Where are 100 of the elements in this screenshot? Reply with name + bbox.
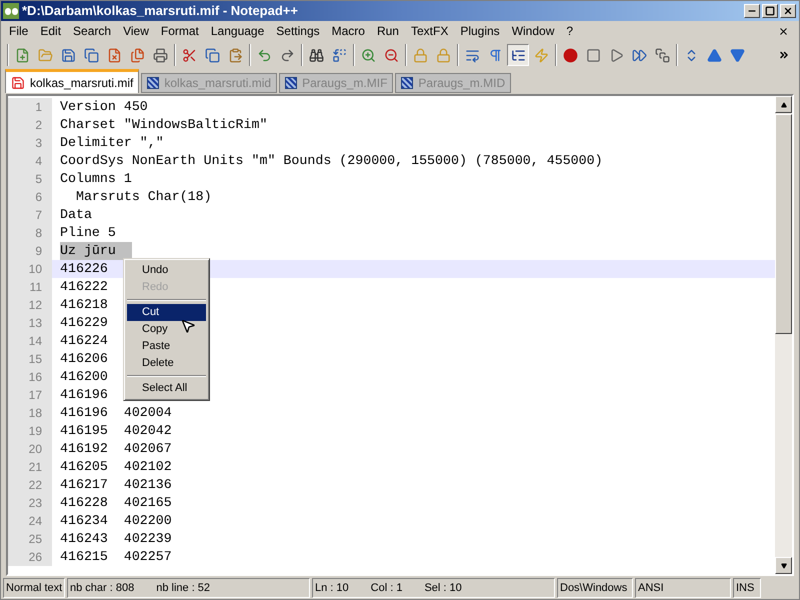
line-number: 13 [8,314,52,332]
folder-icon [38,48,52,62]
line-number: 24 [8,512,52,530]
menu-item[interactable]: Select All [127,380,206,397]
line-number: 17 [8,386,52,404]
code-line: Data [60,206,92,224]
file-tab[interactable]: kolkas_marsruti.mif [5,69,140,93]
app-logo-icon [3,3,19,19]
status-text: Normal text [6,580,62,596]
maximize-icon [765,6,775,16]
line-number: 15 [8,350,52,368]
line-number: 18 [8,404,52,422]
line-number: 23 [8,494,52,512]
line-number: 25 [8,530,52,548]
status-text: ANSI [638,580,664,596]
menu-item[interactable]: View [117,22,155,40]
menu-item[interactable]: Plugins [454,22,506,40]
code-line: Marsruts Char(18) [74,188,212,206]
lightning-icon [534,48,548,62]
code-line: 416215 402257 [60,548,172,566]
line-number: 14 [8,332,52,350]
close-document-icon[interactable] [778,26,789,36]
undo-icon [256,48,272,62]
record-icon [562,48,578,62]
lock-icon [412,48,428,62]
line-number: 26 [8,548,52,566]
scroll-down-icon[interactable] [780,562,786,568]
line-number: 10 [8,260,52,278]
code-line: 416196 [60,386,108,404]
line-number: 5 [8,170,52,188]
close-button[interactable] [780,4,796,18]
menu-item[interactable]: Run [370,22,405,40]
menu-item[interactable]: TextFX [404,22,454,40]
menu-item[interactable]: Macro [326,22,371,40]
close-file-icon [106,48,122,62]
line-number: 3 [8,134,52,152]
minimize-button[interactable] [744,4,760,18]
status-text: Ln : 10 [315,580,349,596]
save-icon [60,48,76,62]
code-line: 416234 402200 [60,512,172,530]
menu-item[interactable]: File [3,22,34,40]
indent-guide-icon [510,48,526,62]
code-line: 416226 [60,260,108,278]
menu-item[interactable]: Delete [127,355,206,372]
stop-icon [586,48,600,62]
vertical-scrollbar[interactable] [775,96,792,574]
scroll-up-icon[interactable] [780,102,786,108]
status-text: Dos\Windows [560,580,628,596]
file-icon [285,77,298,89]
menu-item[interactable]: Copy [127,321,206,338]
menu-item[interactable]: ? [560,22,580,40]
line-number: 16 [8,368,52,386]
menu-item[interactable]: Undo [127,262,206,279]
code-line: 416192 402067 [60,440,172,458]
new-file-icon [14,48,30,62]
window-title: *D:\Darbam\kolkas_marsruti.mif - Notepad++ [22,2,299,20]
play-icon [608,48,624,62]
menu-item[interactable]: Paste [127,338,206,355]
line-number: 12 [8,296,52,314]
zoom-in-icon [360,48,376,62]
code-line: 416229 [60,314,108,332]
paste-icon [228,48,242,62]
fast-forward-icon [632,48,646,62]
menu-item[interactable]: Format [154,22,205,40]
menu-item[interactable]: Settings [270,22,326,40]
down-triangle-icon [730,48,744,62]
code-line: 416217 402136 [60,476,172,494]
redo-icon [280,48,294,62]
up-triangle-icon [706,48,722,62]
replace-icon [332,48,346,62]
code-line: Version 450 [60,98,148,116]
line-number: 22 [8,476,52,494]
line-number: 4 [8,152,52,170]
binoculars-icon [308,48,324,62]
code-line: 416200 [60,368,108,386]
copy-icon [204,48,220,62]
menu-item[interactable]: Window [506,22,560,40]
code-line: CoordSys NonEarth Units "m" Bounds (290000, 155000) (785000, 455000) [60,152,603,170]
menu-item[interactable]: Search [67,22,118,40]
menu-item[interactable]: Cut [127,304,206,321]
zoom-out-icon [384,48,398,62]
code-line: Charset "WindowsBalticRim" [60,116,268,134]
more-tools-icon[interactable] [778,49,790,61]
line-number: 7 [8,206,52,224]
code-line: 416205 402102 [60,458,172,476]
indent-guide-icon-button[interactable] [507,44,529,66]
code-line: 416228 402165 [60,494,172,512]
scissors-icon [182,48,196,62]
line-number: 11 [8,278,52,296]
menu-item[interactable]: Language [204,22,270,40]
line-number: 20 [8,440,52,458]
menu-item[interactable]: Edit [34,22,68,40]
printer-icon [152,48,168,62]
maximize-button[interactable] [762,4,778,18]
status-text: nb char : 808 [70,580,134,596]
file-icon [401,77,414,89]
code-line: Columns 1 [60,170,132,188]
line-number: 21 [8,458,52,476]
save-all-icon [84,48,98,62]
code-line: 416222 [60,278,108,296]
